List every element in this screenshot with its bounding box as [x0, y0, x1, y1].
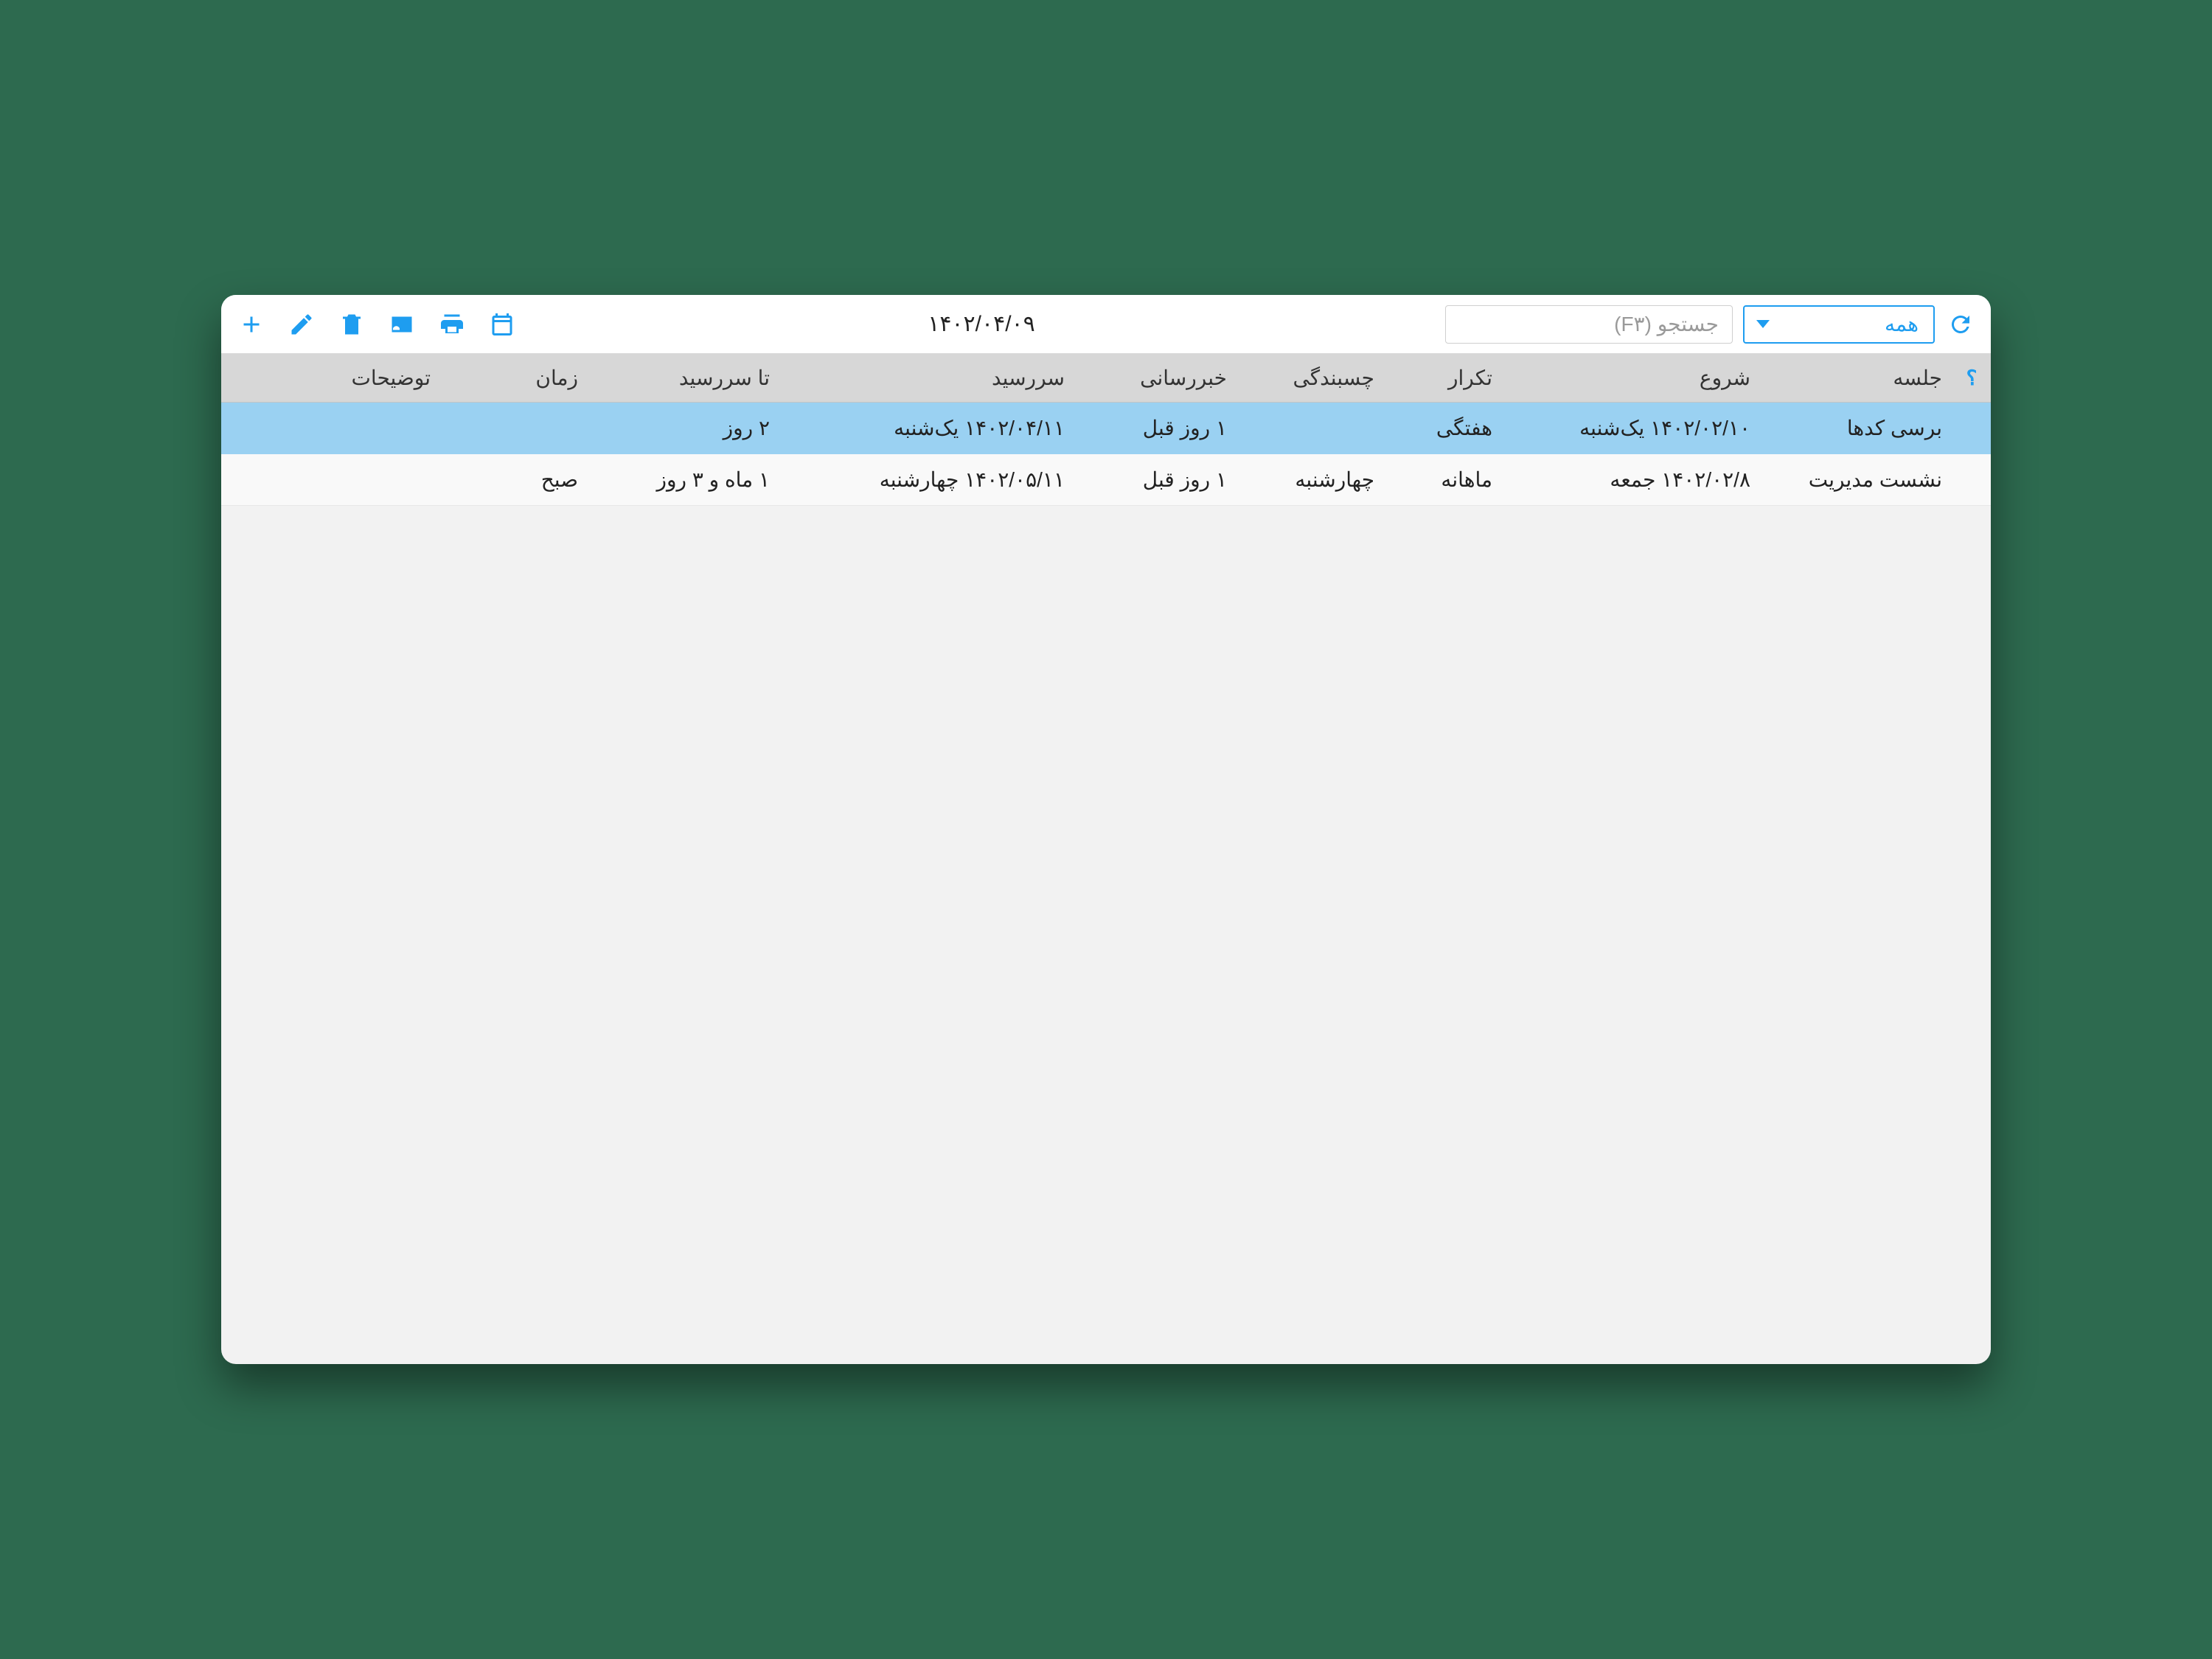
cell-start: ۱۴۰۲/۰۲/۱۰ یک‌شنبه: [1509, 403, 1767, 454]
toolbar-right: همه: [1445, 305, 1976, 344]
cell-time: صبح: [447, 454, 594, 506]
refresh-button[interactable]: [1945, 309, 1976, 340]
cell-until_due: ۱ ماه و ۳ روز: [594, 454, 786, 506]
col-header-start[interactable]: شروع: [1509, 354, 1767, 403]
cell-session: برسی کدها: [1767, 403, 1958, 454]
cell-desc: [221, 454, 447, 506]
cell-session: نشست مدیریت: [1767, 454, 1958, 506]
cell-stickiness: چهارشنبه: [1243, 454, 1391, 506]
table-row[interactable]: برسی کدها۱۴۰۲/۰۲/۱۰ یک‌شنبههفتگی ۱ روز قب…: [221, 403, 1991, 454]
cell-until_due: ۲ روز: [594, 403, 786, 454]
filter-dropdown-label: همه: [1885, 312, 1919, 336]
table-header-row: ؟ جلسه شروع تکرار چسبندگی خبررسانی سررسی…: [221, 354, 1991, 403]
edit-button[interactable]: [286, 309, 317, 340]
cell-notify: ۱ روز قبل: [1081, 454, 1243, 506]
cell-repeat: هفتگی: [1391, 403, 1509, 454]
cell-help: [1958, 403, 1991, 454]
chevron-down-icon: [1756, 320, 1770, 328]
toolbar: ۱۴۰۲/۰۴/۰۹ همه: [221, 295, 1991, 354]
cell-help: [1958, 454, 1991, 506]
cell-time: [447, 403, 594, 454]
search-input[interactable]: [1445, 305, 1733, 344]
col-header-repeat[interactable]: تکرار: [1391, 354, 1509, 403]
col-header-help[interactable]: ؟: [1958, 354, 1991, 403]
print-button[interactable]: [437, 309, 467, 340]
toolbar-date: ۱۴۰۲/۰۴/۰۹: [528, 311, 1435, 337]
col-header-notify[interactable]: خبررسانی: [1081, 354, 1243, 403]
cell-desc: [221, 403, 447, 454]
table-row[interactable]: نشست مدیریت۱۴۰۲/۰۲/۸ جمعهماهانهچهارشنبه۱…: [221, 454, 1991, 506]
filter-dropdown[interactable]: همه: [1743, 305, 1935, 344]
col-header-stickiness[interactable]: چسبندگی: [1243, 354, 1391, 403]
col-header-time[interactable]: زمان: [447, 354, 594, 403]
calendar-button[interactable]: [487, 309, 518, 340]
cell-notify: ۱ روز قبل: [1081, 403, 1243, 454]
col-header-due[interactable]: سررسید: [786, 354, 1081, 403]
sessions-table: ؟ جلسه شروع تکرار چسبندگی خبررسانی سررسی…: [221, 354, 1991, 506]
col-header-until[interactable]: تا سررسید: [594, 354, 786, 403]
cell-due: ۱۴۰۲/۰۴/۱۱ یک‌شنبه: [786, 403, 1081, 454]
add-button[interactable]: [236, 309, 267, 340]
col-header-session[interactable]: جلسه: [1767, 354, 1958, 403]
cell-repeat: ماهانه: [1391, 454, 1509, 506]
cell-due: ۱۴۰۲/۰۵/۱۱ چهارشنبه: [786, 454, 1081, 506]
toolbar-left: [236, 309, 518, 340]
app-window: ۱۴۰۲/۰۴/۰۹ همه ؟ جلسه شروع تکرار چسبندگی: [221, 295, 1991, 1364]
col-header-desc[interactable]: توضیحات: [221, 354, 447, 403]
table-container: ؟ جلسه شروع تکرار چسبندگی خبررسانی سررسی…: [221, 354, 1991, 1364]
delete-button[interactable]: [336, 309, 367, 340]
cell-start: ۱۴۰۲/۰۲/۸ جمعه: [1509, 454, 1767, 506]
cell-stickiness: [1243, 403, 1391, 454]
contact-card-button[interactable]: [386, 309, 417, 340]
